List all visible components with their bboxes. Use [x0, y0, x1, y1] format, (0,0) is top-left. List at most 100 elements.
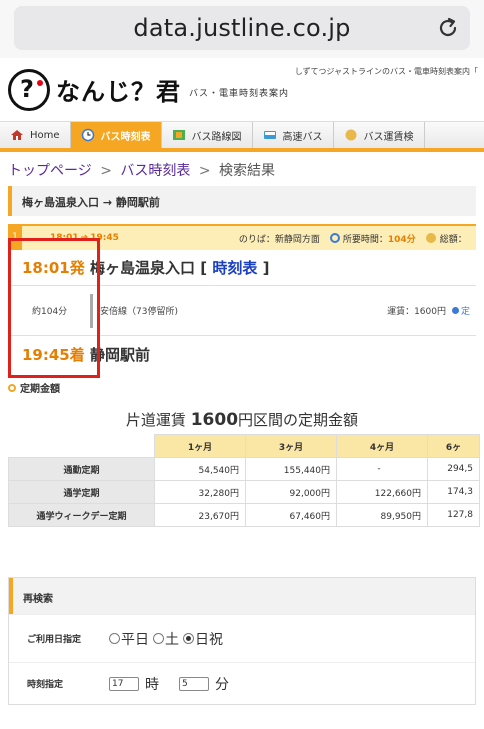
column-header: 1ヶ月 [154, 434, 246, 458]
time-row: 時刻指定 17 時 5分 [9, 662, 475, 704]
clock-icon [81, 128, 94, 142]
nav-bus-timetable[interactable]: バス時刻表 [70, 122, 162, 148]
page: data.justline.co.jp ? なんじ？君 バス・電車時刻表案内 し… [0, 0, 484, 729]
boarding-direction: のりば：新静岡方面 [238, 234, 320, 245]
nav-express-bus-label: 高速バス [282, 131, 323, 143]
nav-route-map[interactable]: バス路線図 [162, 122, 253, 148]
day-type-radio-group: 平日 土 日祝 [105, 629, 223, 649]
table-cell: 92,000円 [245, 480, 337, 504]
date-row: ご利用日指定 平日 土 日祝 [9, 614, 475, 662]
fare-text: 運賃：1600円 [387, 307, 446, 317]
breadcrumb: トップページ > バス時刻表 > 検索結果 [0, 152, 484, 186]
table-cell: 174,3 [427, 480, 480, 504]
segment-line-name: 安倍線（73停留所) [100, 307, 178, 317]
minute-unit: 分 [215, 676, 229, 693]
reload-icon[interactable] [436, 16, 460, 40]
main-nav: Home バス時刻表 バス路線図 高速バス バス運賃検 [0, 122, 484, 152]
hour-unit: 時 [145, 676, 159, 693]
table-row: 通学定期 32,280円 92,000円 122,660円 174,3 [8, 480, 480, 504]
house-icon [11, 130, 23, 140]
column-header: 6ヶ [427, 434, 480, 458]
address-bar[interactable]: data.justline.co.jp [14, 6, 470, 50]
nav-fare-search[interactable]: バス運賃検 [334, 122, 425, 148]
hour-input[interactable]: 17 [109, 676, 139, 691]
bus-icon [263, 131, 276, 139]
duration-value: 104分 [387, 234, 416, 245]
row-label: 通学ウィークデー定期 [8, 503, 155, 527]
logo-text[interactable]: なんじ？君 [56, 72, 181, 107]
column-header: 4ヶ月 [336, 434, 428, 458]
pass-table: 1ヶ月 3ヶ月 4ヶ月 6ヶ 通勤定期 54,540円 155,440円 - 2… [8, 434, 480, 527]
breadcrumb-separator: > [100, 163, 112, 179]
row-label: 通勤定期 [8, 457, 155, 481]
route-heading: 梅ヶ島温泉入口 → 静岡駅前 [8, 186, 476, 216]
table-corner [8, 434, 155, 458]
radio-saturday[interactable] [153, 633, 164, 644]
table-cell: 54,540円 [154, 457, 246, 481]
nav-fare-search-label: バス運賃検 [363, 131, 414, 143]
time-label: 時刻指定 [27, 680, 64, 690]
minute-input[interactable]: 5 [179, 676, 209, 691]
column-header: 3ヶ月 [245, 434, 337, 458]
pass-caption: 片道運賃 1600円区間の定期金額 [0, 409, 484, 430]
pass-table-header: 1ヶ月 3ヶ月 4ヶ月 6ヶ [8, 434, 480, 458]
radio-weekday[interactable] [109, 633, 120, 644]
url-text[interactable]: data.justline.co.jp [133, 14, 350, 42]
table-cell: 127,8 [427, 503, 480, 527]
pass-caption-post: 円区間の定期金額 [238, 411, 359, 429]
search-result: 1 18:01 ➔ 19:45 のりば：新静岡方面 所要時間： 104分 総額：… [8, 224, 476, 378]
research-panel: 再検索 ご利用日指定 平日 土 日祝 時刻指定 17 時 5分 [8, 577, 476, 705]
highlight-annotation-box [8, 238, 100, 378]
total-label: 総額： [439, 234, 467, 245]
logo-icon[interactable]: ? [8, 68, 50, 111]
nav-route-map-label: バス路線図 [191, 131, 242, 143]
table-cell: 122,660円 [336, 480, 428, 504]
clock-icon [329, 233, 340, 243]
coin-icon [345, 129, 357, 141]
table-cell: 32,280円 [154, 480, 246, 504]
table-cell: 89,950円 [336, 503, 428, 527]
nav-express-bus[interactable]: 高速バス [253, 122, 334, 148]
pass-link[interactable]: 定 [461, 307, 470, 317]
origin-stop-name: 梅ヶ島温泉入口 [90, 259, 196, 277]
segment-fare: 運賃：1600円 定 [387, 304, 470, 317]
nav-home-label: Home [30, 129, 60, 141]
header-tagline: しずてつジャストラインのバス・電車時刻表案内「 [294, 67, 478, 76]
logo-subtitle: バス・電車時刻表案内 [189, 89, 290, 99]
pass-section-title: 定期金額 [8, 380, 476, 395]
research-title: 再検索 [9, 578, 475, 614]
breadcrumb-current: 検索結果 [219, 163, 276, 179]
table-row: 通勤定期 54,540円 155,440円 - 294,5 [8, 457, 480, 481]
radio-label-saturday[interactable]: 土 [165, 629, 179, 649]
radio-holiday[interactable] [183, 633, 194, 644]
date-label: ご利用日指定 [27, 635, 82, 645]
duration-label: 所要時間： [342, 234, 388, 245]
bracket-open: [ [200, 259, 208, 277]
radio-label-weekday[interactable]: 平日 [121, 629, 149, 649]
info-dot-icon [451, 307, 459, 314]
row-label: 通学定期 [8, 480, 155, 504]
table-cell: - [336, 457, 428, 481]
table-cell: 294,5 [427, 457, 480, 481]
timetable-link[interactable]: 時刻表 [212, 259, 257, 277]
map-icon [172, 130, 185, 140]
table-row: 通学ウィークデー定期 23,670円 67,460円 89,950円 127,8 [8, 503, 480, 527]
coin-icon [425, 233, 436, 243]
breadcrumb-separator: > [198, 163, 211, 179]
nav-home[interactable]: Home [0, 122, 71, 148]
breadcrumb-timetable-link[interactable]: バス時刻表 [120, 163, 190, 179]
site-header: ? なんじ？君 バス・電車時刻表案内 しずてつジャストラインのバス・電車時刻表案… [0, 58, 484, 122]
pass-title-text: 定期金額 [20, 384, 60, 395]
table-cell: 155,440円 [245, 457, 337, 481]
pass-caption-pre: 片道運賃 [125, 411, 186, 429]
pass-caption-amount: 1600 [190, 410, 239, 430]
origin-name: 梅ヶ島温泉入口 [ 時刻表 ] [90, 257, 269, 278]
table-cell: 67,460円 [245, 503, 337, 527]
table-cell: 23,670円 [154, 503, 246, 527]
nav-bus-timetable-label: バス時刻表 [100, 131, 151, 143]
ring-icon [8, 383, 16, 392]
breadcrumb-top-link[interactable]: トップページ [8, 163, 92, 179]
browser-chrome: data.justline.co.jp [0, 0, 484, 58]
bracket-close: ] [262, 259, 270, 277]
radio-label-holiday[interactable]: 日祝 [195, 629, 223, 649]
